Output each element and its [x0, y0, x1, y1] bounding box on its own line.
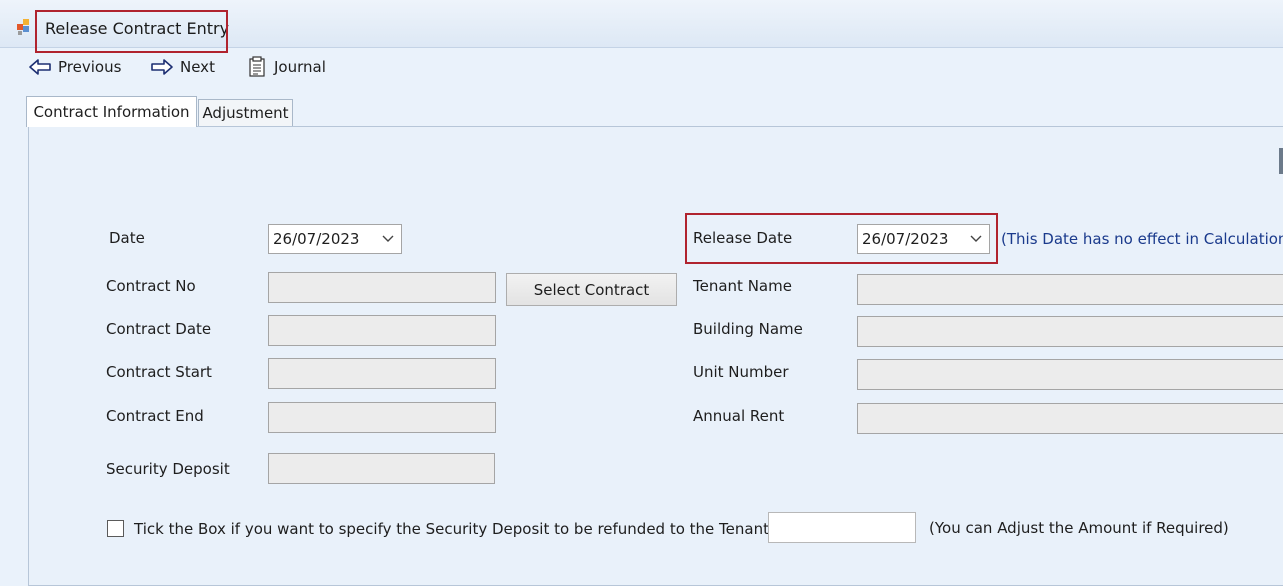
arrow-right-icon	[151, 59, 173, 75]
annual-rent-label: Annual Rent	[693, 407, 785, 425]
previous-button[interactable]: Previous	[28, 55, 121, 79]
tenant-name-field[interactable]	[857, 274, 1283, 305]
panel-scroll-marker	[1279, 148, 1283, 174]
date-label: Date	[109, 229, 145, 247]
contract-no-label: Contract No	[106, 277, 196, 295]
app-form-icon	[16, 18, 34, 36]
refund-checkbox[interactable]	[107, 520, 124, 537]
contract-end-label: Contract End	[106, 407, 204, 425]
security-deposit-field[interactable]	[268, 453, 495, 484]
release-date-note: (This Date has no effect in Calculation)	[1001, 230, 1283, 248]
contract-start-label: Contract Start	[106, 363, 212, 381]
refund-note: (You can Adjust the Amount if Required)	[929, 519, 1229, 537]
unit-number-label: Unit Number	[693, 363, 789, 381]
journal-icon	[249, 56, 265, 77]
next-button[interactable]: Next	[150, 55, 215, 79]
refund-amount-field[interactable]	[768, 512, 916, 543]
journal-label: Journal	[274, 58, 326, 76]
contract-end-field[interactable]	[268, 402, 496, 433]
date-picker[interactable]: 26/07/2023	[268, 224, 402, 254]
release-date-highlight-box	[685, 213, 998, 264]
contract-no-field[interactable]	[268, 272, 496, 303]
chevron-down-icon	[382, 235, 394, 242]
security-deposit-label: Security Deposit	[106, 460, 230, 478]
journal-button[interactable]: Journal	[246, 55, 326, 79]
tab-adjustment[interactable]: Adjustment	[198, 99, 293, 126]
contract-date-label: Contract Date	[106, 320, 212, 338]
title-highlight-box	[35, 10, 228, 53]
select-contract-button[interactable]: Select Contract	[506, 273, 677, 306]
building-name-field[interactable]	[857, 316, 1283, 347]
contract-date-field[interactable]	[268, 315, 496, 346]
date-value: 26/07/2023	[273, 230, 360, 248]
arrow-left-icon	[29, 59, 51, 75]
building-name-label: Building Name	[693, 320, 803, 338]
annual-rent-field[interactable]	[857, 403, 1283, 434]
refund-checkbox-label: Tick the Box if you want to specify the …	[134, 520, 769, 538]
next-label: Next	[180, 58, 215, 76]
tab-contract-information[interactable]: Contract Information	[26, 96, 197, 127]
previous-label: Previous	[58, 58, 122, 76]
contract-start-field[interactable]	[268, 358, 496, 389]
unit-number-field[interactable]	[857, 359, 1283, 390]
contract-information-panel	[28, 126, 1283, 586]
tenant-name-label: Tenant Name	[693, 277, 792, 295]
